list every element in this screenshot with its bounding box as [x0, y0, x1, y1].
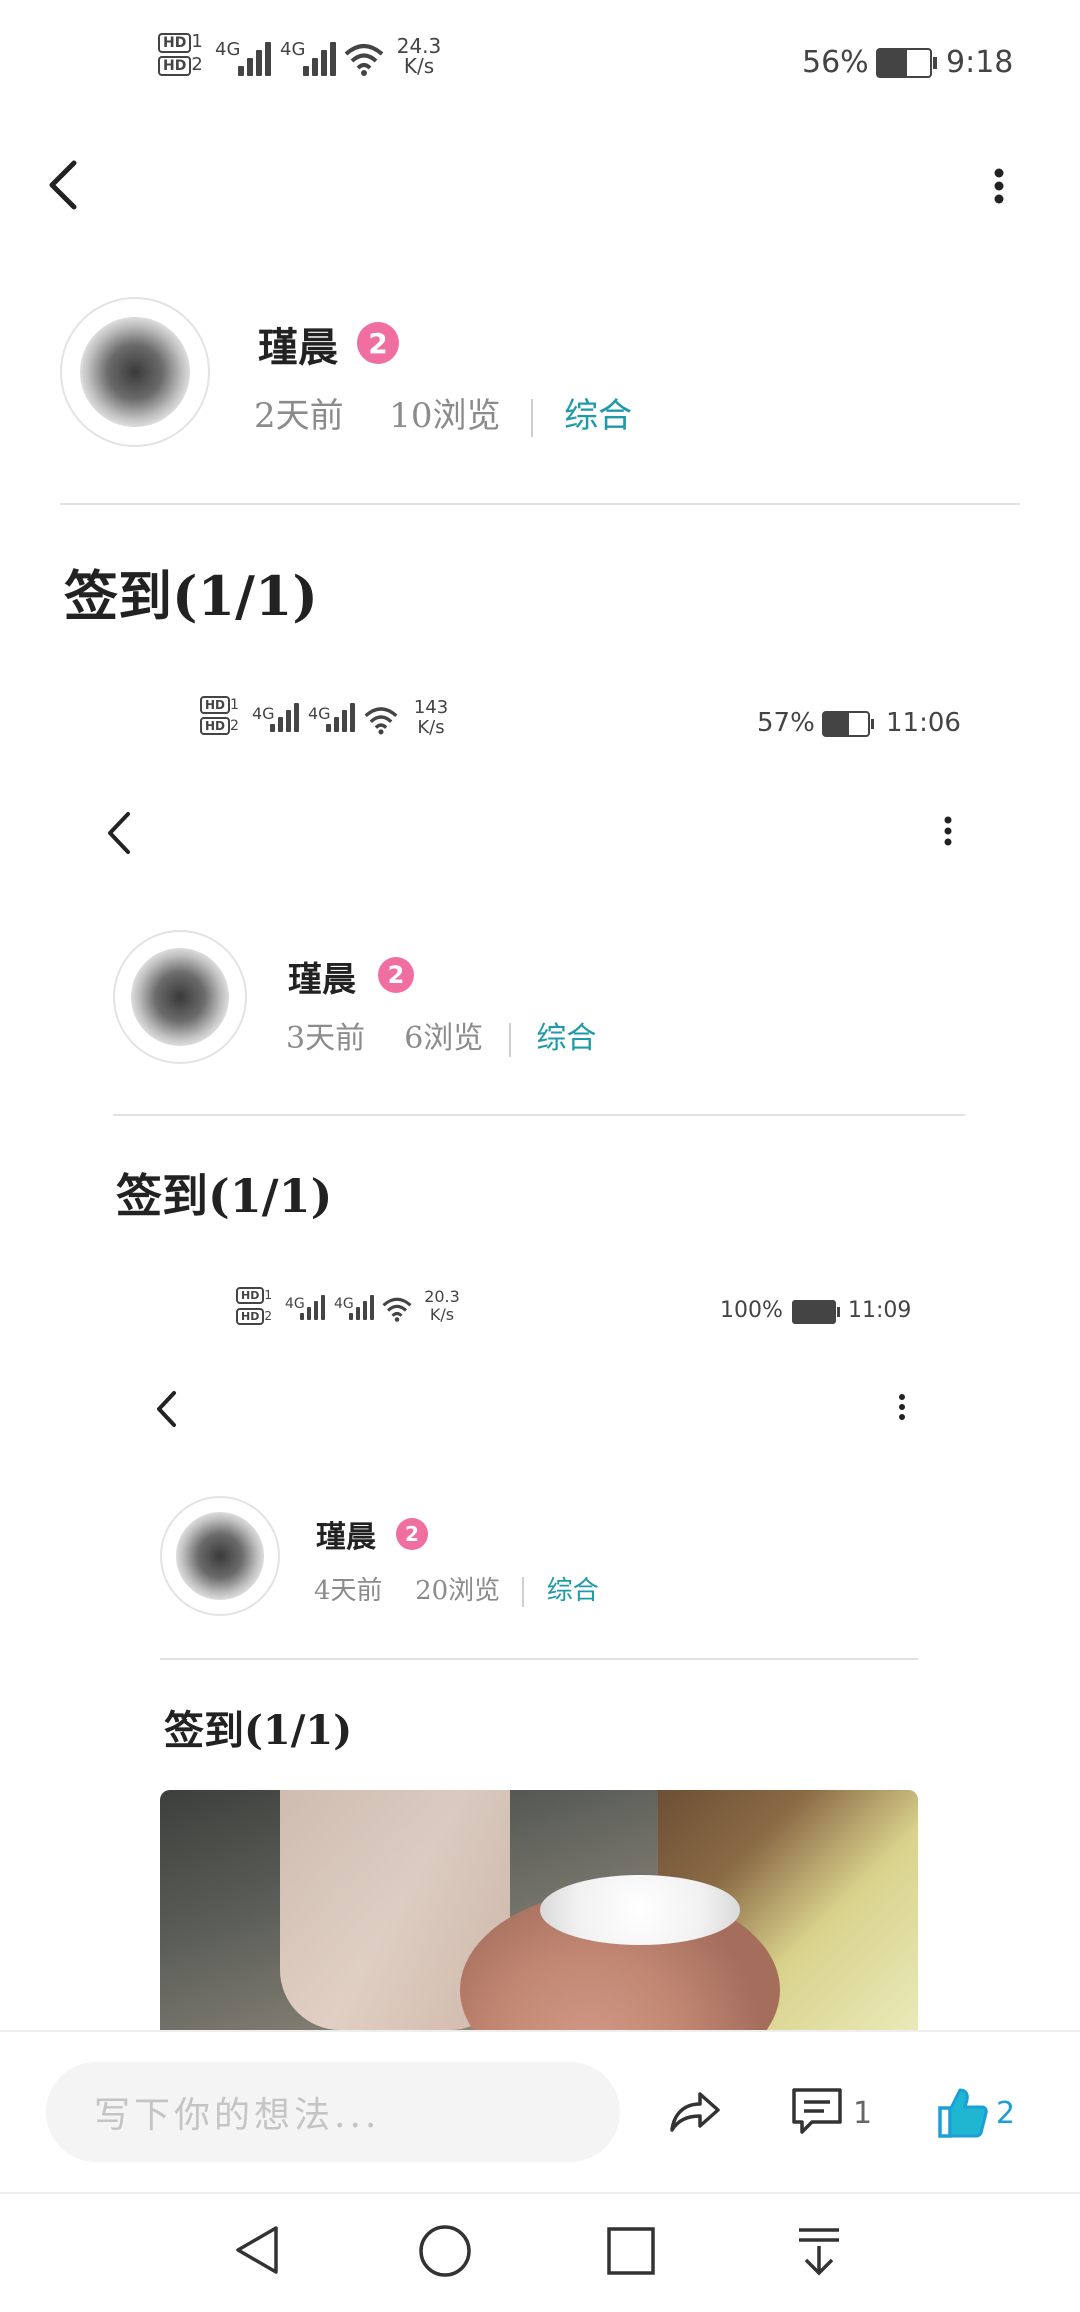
- hd2-icon: HD: [158, 56, 192, 76]
- net1-label: 4G: [215, 39, 241, 60]
- hd1-icon: HD: [158, 33, 192, 53]
- nested1-battery-icon: [822, 711, 874, 737]
- network-speed: 24.3 K/s: [396, 34, 442, 78]
- nested1-sim-indicators: HD 1 HD 2: [200, 694, 239, 736]
- comment-icon[interactable]: [790, 2086, 844, 2138]
- more-icon[interactable]: [984, 165, 1014, 215]
- nested2-speed: 20.3 K/s: [424, 1287, 460, 1324]
- nested2-signal2-icon: [349, 1294, 375, 1320]
- avatar[interactable]: [60, 297, 210, 447]
- like-icon[interactable]: [938, 2086, 988, 2140]
- nested2-back-icon: [150, 1388, 184, 1430]
- category-tag[interactable]: 综合: [564, 396, 632, 436]
- nested2-author-name: 瑾晨: [316, 1520, 376, 1555]
- nested1-author-name: 瑾晨: [288, 960, 356, 1000]
- comment-count: 1: [853, 2096, 873, 2131]
- nested2-more-icon: [893, 1392, 911, 1428]
- signal1-icon: [238, 40, 272, 76]
- post-image[interactable]: [160, 1790, 918, 2030]
- nested1-battery-percent: 57%: [757, 708, 815, 738]
- share-icon[interactable]: [666, 2086, 722, 2138]
- clock: 9:18: [946, 45, 1014, 80]
- nav-recent-icon[interactable]: [606, 2226, 656, 2276]
- nested1-signal1-icon: [270, 702, 300, 732]
- nested1-avatar: [113, 930, 247, 1064]
- back-icon[interactable]: [40, 155, 90, 215]
- post-title: 签到(1/1): [64, 564, 318, 628]
- nested2-title: 签到(1/1): [164, 1707, 353, 1754]
- nested2-battery-icon: [792, 1300, 840, 1324]
- nav-back-icon[interactable]: [232, 2222, 282, 2278]
- nav-home-icon[interactable]: [418, 2224, 472, 2278]
- nested1-signal2-icon: [326, 702, 356, 732]
- sim-indicators: HD 1 HD 2: [158, 32, 203, 76]
- system-nav-bar: [0, 2192, 1080, 2312]
- nested2-clock: 11:09: [848, 1298, 912, 1323]
- nested1-more-icon: [938, 814, 958, 854]
- comment-placeholder: 写下你的想法...: [94, 2095, 381, 2136]
- post-views: 10浏览: [389, 396, 501, 436]
- signal2-icon: [303, 40, 337, 76]
- author-name[interactable]: 瑾晨: [258, 315, 338, 373]
- battery-icon: [876, 48, 937, 78]
- wifi-icon: [344, 42, 384, 80]
- nested1-title: 签到(1/1): [116, 1169, 333, 1223]
- nested1-clock: 11:06: [886, 708, 961, 738]
- nested1-divider: [113, 1114, 965, 1116]
- nested1-level-badge: 2: [378, 957, 414, 993]
- nested2-avatar: [160, 1496, 280, 1616]
- post-age: 2天前: [254, 396, 344, 436]
- battery-percent: 56%: [802, 45, 869, 80]
- nested1-wifi-icon: [364, 705, 398, 739]
- nav-notification-icon[interactable]: [796, 2226, 842, 2276]
- nested1-speed: 143 K/s: [413, 697, 449, 738]
- nested2-signal1-icon: [300, 1294, 326, 1320]
- post-meta: 2天前 10浏览 综合: [254, 388, 632, 437]
- nested1-meta: 3天前 6浏览 综合: [286, 1021, 597, 1057]
- net2-label: 4G: [280, 39, 306, 60]
- status-bar: HD 1 HD 2 4G 4G 24.3 K/s 56% 9:18: [0, 0, 1080, 120]
- nested2-wifi-icon: [382, 1296, 412, 1326]
- nested1-back-icon: [100, 808, 140, 858]
- nested2-sim-indicators: HD 1 HD 2: [236, 1284, 272, 1326]
- nested2-battery-percent: 100%: [720, 1298, 783, 1323]
- nested2-divider: [160, 1658, 918, 1660]
- divider: [60, 503, 1020, 505]
- nested2-level-badge: 2: [396, 1518, 428, 1550]
- level-badge: 2: [357, 322, 399, 364]
- comment-input[interactable]: 写下你的想法...: [46, 2062, 620, 2162]
- like-count: 2: [996, 2096, 1016, 2131]
- nested2-meta: 4天前 20浏览 综合: [314, 1576, 599, 1607]
